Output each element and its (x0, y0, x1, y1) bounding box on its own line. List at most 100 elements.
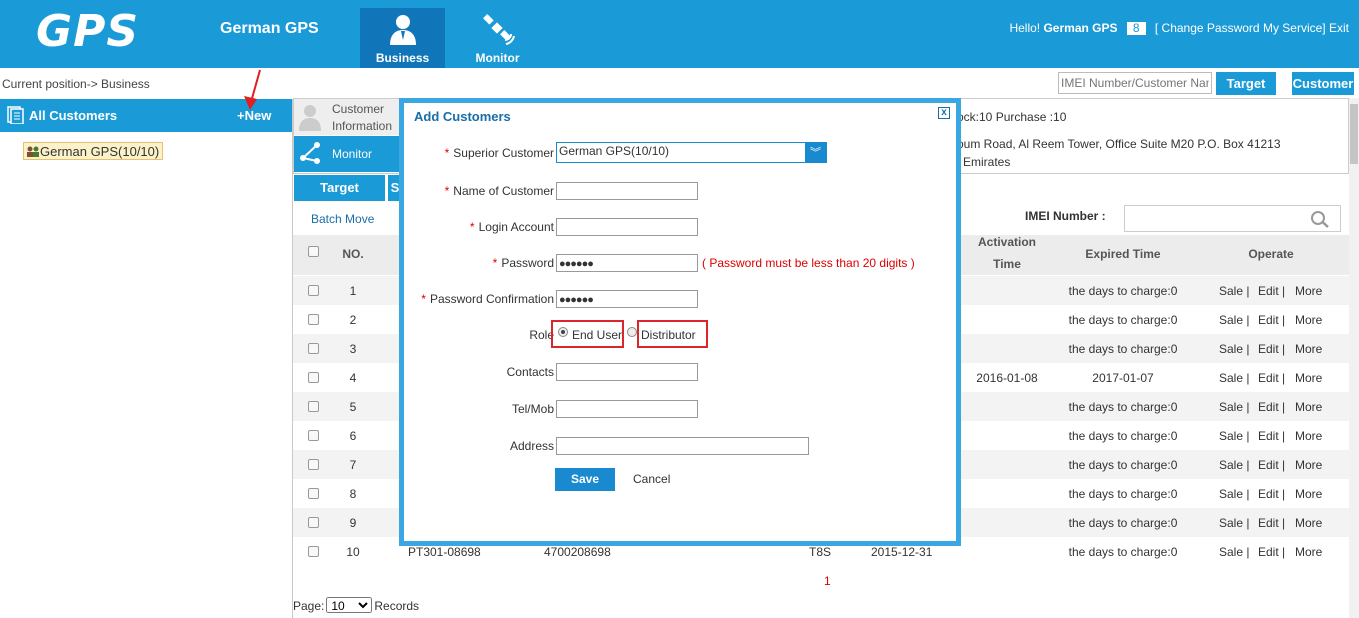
role-distributor-label[interactable]: Distributor (641, 328, 696, 342)
customer-search-button[interactable]: Customer (1292, 72, 1354, 95)
cancel-button[interactable]: Cancel (633, 472, 670, 486)
batch-move-link[interactable]: Batch Move (311, 212, 374, 226)
page-size-select[interactable]: 10 (326, 597, 373, 613)
row-edit-link[interactable]: Edit | (1258, 487, 1285, 501)
row-checkbox[interactable] (308, 488, 319, 499)
imei-search-input[interactable] (1124, 205, 1341, 232)
subtab-target[interactable]: Target (294, 175, 385, 201)
save-button[interactable]: Save (555, 468, 615, 491)
scrollbar[interactable] (1349, 98, 1359, 618)
row-sale-link[interactable]: Sale | (1219, 516, 1249, 530)
row-edit-link[interactable]: Edit | (1258, 371, 1285, 385)
contacts-input[interactable] (556, 363, 698, 381)
customer-name-input[interactable] (556, 182, 698, 200)
row-edit-link[interactable]: Edit | (1258, 429, 1285, 443)
row-sale-link[interactable]: Sale | (1219, 313, 1249, 327)
row-expired: the days to charge:0 (1068, 342, 1178, 356)
stock-purchase-text: ock:10 Purchase :10 (957, 110, 1067, 124)
address-input[interactable] (556, 437, 809, 455)
row-more-link[interactable]: More (1295, 284, 1322, 298)
search-input[interactable] (1058, 72, 1212, 94)
row-checkbox[interactable] (308, 517, 319, 528)
row-date: 2015-12-31 (871, 545, 933, 559)
password-confirmation-input[interactable]: ●●●●●● (556, 290, 698, 308)
row-more-link[interactable]: More (1295, 342, 1322, 356)
row-sale-link[interactable]: Sale | (1219, 284, 1249, 298)
row-sale-link[interactable]: Sale | (1219, 545, 1249, 559)
tree-node-label: German GPS(10/10) (40, 144, 160, 159)
row-checkbox[interactable] (308, 430, 319, 441)
tree-node-german-gps[interactable]: German GPS(10/10) (23, 142, 164, 160)
address-label: Address (509, 439, 554, 453)
double-chevron-down-icon[interactable]: ︾ (805, 143, 826, 163)
row-checkbox[interactable] (308, 546, 319, 557)
group-icon (26, 145, 40, 157)
row-activation: 2016-01-08 (976, 371, 1038, 385)
role-end-user-radio[interactable] (558, 327, 568, 337)
col-activation-1: Activation (977, 235, 1036, 249)
close-icon[interactable]: x (938, 107, 950, 119)
row-more-link[interactable]: More (1295, 487, 1322, 501)
row-edit-link[interactable]: Edit | (1258, 458, 1285, 472)
nav-business[interactable]: Business (360, 8, 445, 68)
row-sale-link[interactable]: Sale | (1219, 429, 1249, 443)
row-sale-link[interactable]: Sale | (1219, 458, 1249, 472)
user-menu: Hello! German GPS 8 [ Change Password My… (1009, 21, 1349, 35)
username: German GPS (1043, 21, 1118, 35)
page-number[interactable]: 1 (824, 574, 831, 588)
row-more-link[interactable]: More (1295, 516, 1322, 530)
password-input[interactable]: ●●●●●● (556, 254, 698, 272)
row-checkbox[interactable] (308, 459, 319, 470)
row-more-link[interactable]: More (1295, 371, 1322, 385)
row-expired: 2017-01-07 (1092, 371, 1154, 385)
nav-business-label: Business (375, 51, 430, 65)
password-confirmation-label: * Password Confirmation (421, 292, 554, 306)
row-expired: the days to charge:0 (1068, 429, 1178, 443)
row-edit-link[interactable]: Edit | (1258, 313, 1285, 327)
login-account-input[interactable] (556, 218, 698, 236)
role-end-user-label[interactable]: End User (572, 328, 622, 342)
row-sale-link[interactable]: Sale | (1219, 400, 1249, 414)
change-password-link[interactable]: [ Change Password (1155, 21, 1260, 35)
row-sale-link[interactable]: Sale | (1219, 487, 1249, 501)
tab-customer-information[interactable]: Customer Information (294, 99, 400, 135)
user-icon (299, 105, 321, 131)
row-more-link[interactable]: More (1295, 313, 1322, 327)
row-no: 5 (349, 400, 357, 414)
row-sale-link[interactable]: Sale | (1219, 371, 1249, 385)
search-icon[interactable] (1310, 210, 1330, 228)
row-edit-link[interactable]: Edit | (1258, 545, 1285, 559)
red-arrow-annotation (244, 69, 261, 110)
role-distributor-radio[interactable] (627, 327, 637, 337)
message-badge[interactable]: 8 (1126, 22, 1146, 35)
row-edit-link[interactable]: Edit | (1258, 342, 1285, 356)
address-line-2: Emirates (963, 155, 1011, 169)
select-all-checkbox[interactable] (308, 246, 319, 257)
row-no: 2 (349, 313, 357, 327)
row-edit-link[interactable]: Edit | (1258, 400, 1285, 414)
tel-mob-input[interactable] (556, 400, 698, 418)
target-search-button[interactable]: Target (1216, 72, 1276, 95)
row-sale-link[interactable]: Sale | (1219, 342, 1249, 356)
tab-monitor[interactable]: Monitor (294, 136, 400, 172)
exit-link[interactable]: Exit (1329, 21, 1349, 35)
nav-monitor[interactable]: Monitor (455, 8, 540, 68)
customer-name-label: * Name of Customer (444, 184, 554, 198)
row-more-link[interactable]: More (1295, 545, 1322, 559)
company-name: German GPS (220, 20, 319, 37)
row-checkbox[interactable] (308, 285, 319, 296)
row-more-link[interactable]: More (1295, 429, 1322, 443)
row-checkbox[interactable] (308, 343, 319, 354)
my-service-link[interactable]: My Service] (1263, 21, 1326, 35)
scrollbar-thumb[interactable] (1350, 104, 1358, 164)
row-more-link[interactable]: More (1295, 400, 1322, 414)
row-edit-link[interactable]: Edit | (1258, 284, 1285, 298)
row-more-link[interactable]: More (1295, 458, 1322, 472)
row-checkbox[interactable] (308, 401, 319, 412)
row-checkbox[interactable] (308, 314, 319, 325)
dialog-title: Add Customers (414, 109, 511, 124)
superior-customer-select[interactable]: German GPS(10/10) ︾ (556, 142, 827, 163)
login-account-label: * Login Account (469, 220, 554, 234)
row-checkbox[interactable] (308, 372, 319, 383)
row-edit-link[interactable]: Edit | (1258, 516, 1285, 530)
